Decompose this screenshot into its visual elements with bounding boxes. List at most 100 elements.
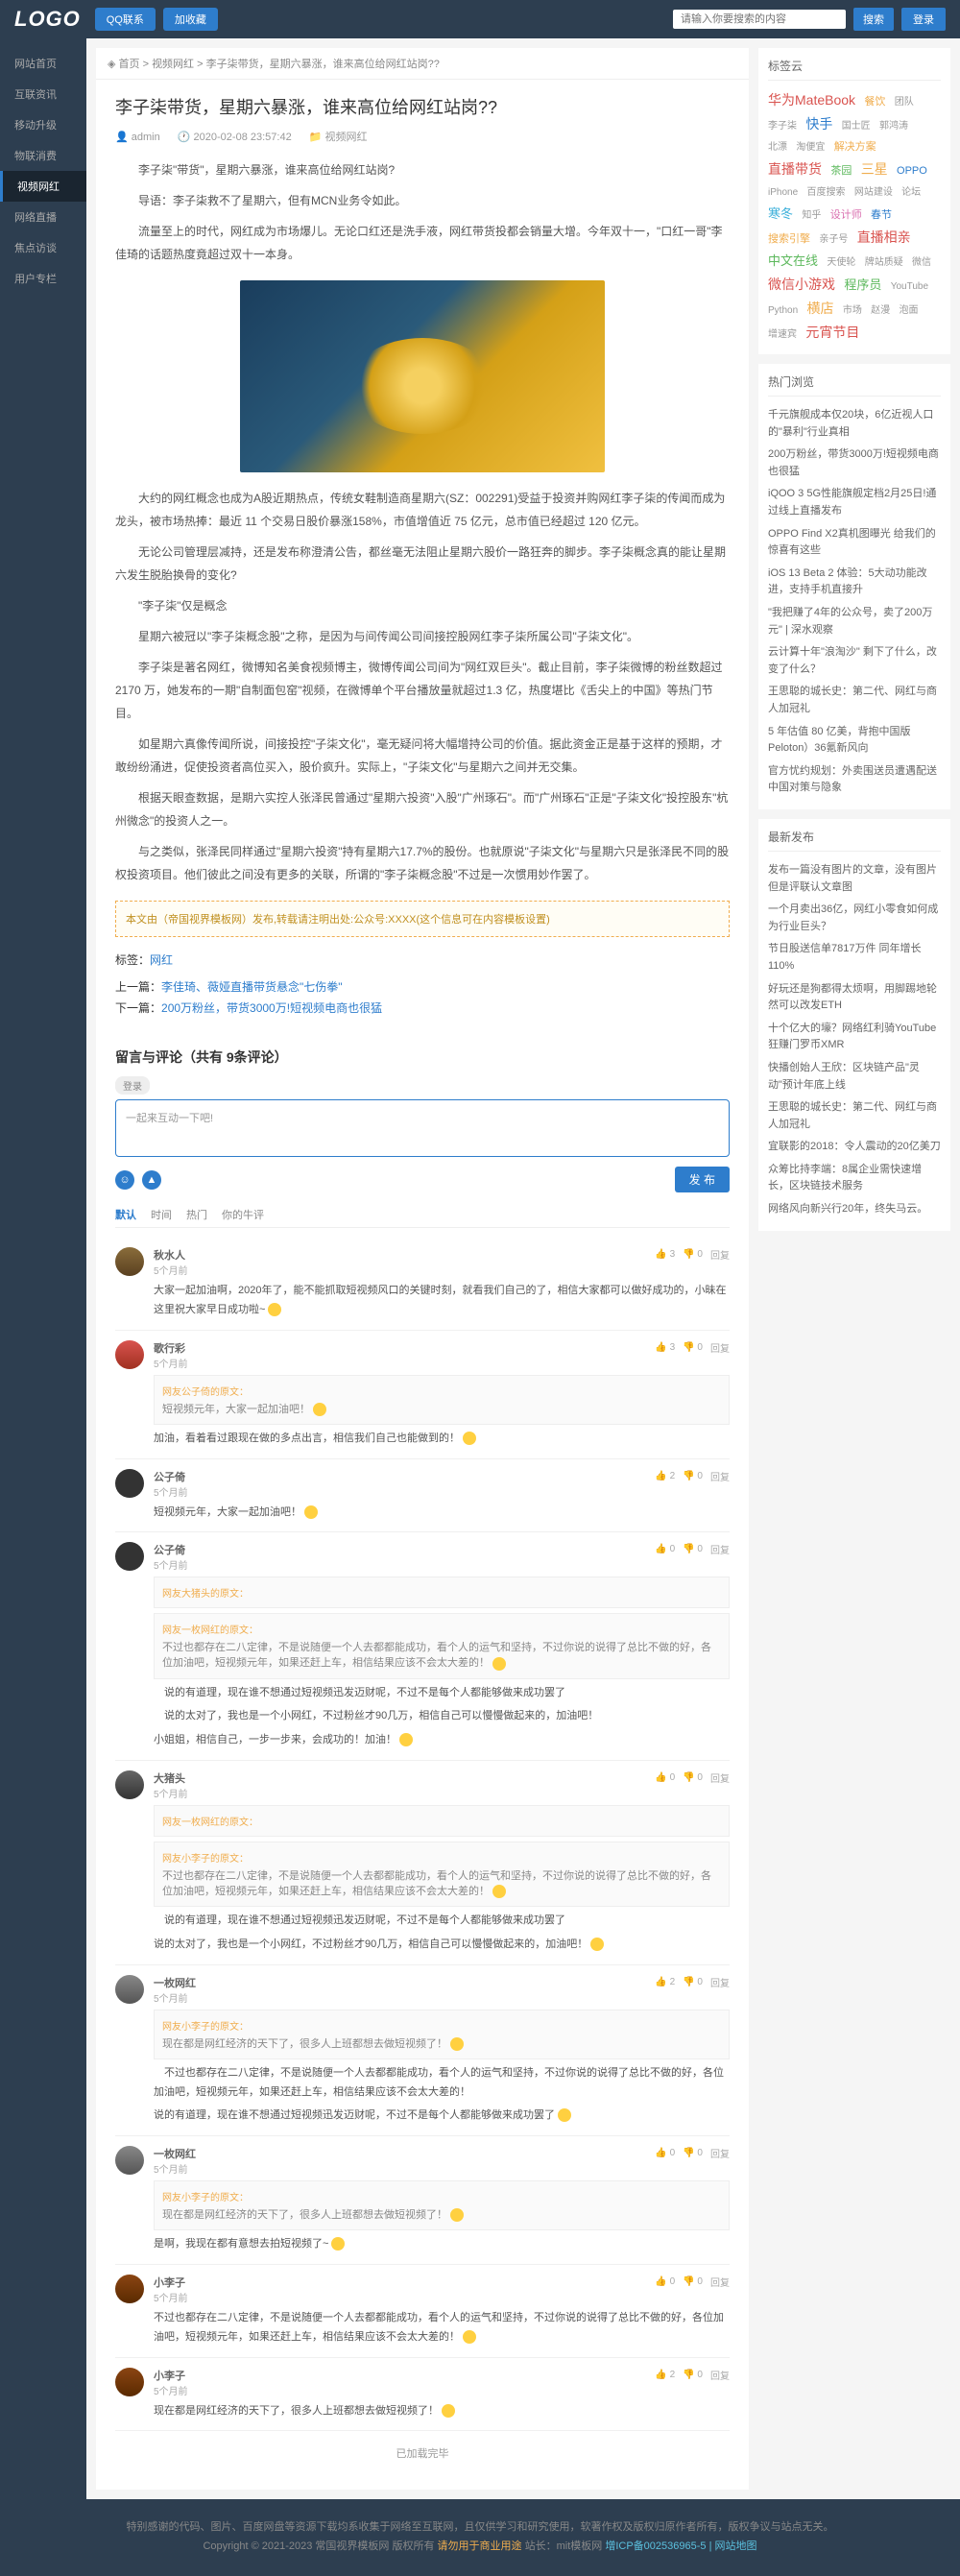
emoji-picker-icon[interactable]: ☺ — [115, 1170, 134, 1190]
like-button[interactable]: 👍 0 — [655, 1544, 675, 1554]
tag-link[interactable]: 茶园 — [830, 162, 852, 181]
dislike-button[interactable]: 👎 0 — [683, 1249, 703, 1260]
latest-item[interactable]: 网络风向新兴行20年，终失马云。 — [768, 1198, 941, 1221]
hot-item[interactable]: 王思聪的城长史：第二代、网红与商人加冠礼 — [768, 681, 941, 720]
favorite-button[interactable]: 加收藏 — [163, 8, 218, 31]
tag-link[interactable]: 解决方案 — [834, 138, 876, 157]
image-upload-icon[interactable]: ▲ — [142, 1170, 161, 1190]
like-button[interactable]: 👍 2 — [655, 1977, 675, 1987]
latest-item[interactable]: 快播创始人王欣：区块链产品"灵动"预计年底上线 — [768, 1057, 941, 1096]
next-article-link[interactable]: 200万粉丝，带货3000万!短视频电商也很猛 — [161, 1001, 382, 1015]
hot-item[interactable]: iQOO 3 5G性能旗舰定档2月25日!通过线上直播发布 — [768, 483, 941, 522]
tag-link[interactable]: 国士匠 — [842, 118, 871, 135]
tag-link[interactable]: 微信小游戏 — [768, 273, 835, 297]
comment-login-hint[interactable]: 登录 — [115, 1076, 150, 1095]
nav-item[interactable]: 移动升级 — [0, 109, 86, 140]
tag-link[interactable]: 牌站质疑 — [865, 254, 903, 272]
like-button[interactable]: 👍 0 — [655, 2276, 675, 2287]
hot-item[interactable]: 200万粉丝，带货3000万!短视频电商也很猛 — [768, 444, 941, 483]
tag-link[interactable]: 论坛 — [901, 184, 921, 202]
tag-link[interactable]: 天使轮 — [827, 254, 855, 272]
comment-tab[interactable]: 时间 — [151, 1207, 172, 1222]
comment-tab[interactable]: 你的牛评 — [222, 1207, 264, 1222]
hot-item[interactable]: 云计算十年"浪淘沙" 剩下了什么，改变了什么？ — [768, 641, 941, 681]
tag-link[interactable]: 知乎 — [802, 207, 821, 225]
prev-article-link[interactable]: 李佳琦、薇娅直播带货悬念"七伤拳" — [161, 980, 343, 994]
tag-link[interactable]: iPhone — [768, 184, 798, 202]
reply-button[interactable]: 回复 — [710, 1340, 730, 1355]
tag-link[interactable]: 增速宾 — [768, 326, 797, 344]
sitemap-link[interactable]: | 网站地图 — [709, 2540, 757, 2552]
nav-item[interactable]: 焦点访谈 — [0, 232, 86, 263]
like-button[interactable]: 👍 2 — [655, 1471, 675, 1481]
latest-item[interactable]: 一个月卖出36亿，网红小零食如何成为行业巨头？ — [768, 899, 941, 938]
like-button[interactable]: 👍 3 — [655, 1249, 675, 1260]
tag-link[interactable]: OPPO — [897, 162, 927, 181]
latest-item[interactable]: 节日股送信单7817万件 同年增长110% — [768, 938, 941, 977]
reply-button[interactable]: 回复 — [710, 1542, 730, 1556]
tag-link[interactable]: 快手 — [805, 112, 832, 136]
nav-item[interactable]: 互联资讯 — [0, 79, 86, 109]
nav-item[interactable]: 网站首页 — [0, 48, 86, 79]
tag-link[interactable]: 寒冬 — [768, 203, 793, 225]
hot-item[interactable]: iOS 13 Beta 2 体验：5大动功能改进，支持手机直接升 — [768, 563, 941, 602]
latest-item[interactable]: 王思聪的城长史：第二代、网红与商人加冠礼 — [768, 1096, 941, 1136]
tag-link[interactable]: YouTube — [891, 278, 928, 296]
nav-item[interactable]: 网络直播 — [0, 202, 86, 232]
dislike-button[interactable]: 👎 0 — [683, 1471, 703, 1481]
breadcrumb-home[interactable]: 首页 — [119, 59, 140, 70]
tag-link[interactable]: 亲子号 — [819, 231, 848, 249]
like-button[interactable]: 👍 0 — [655, 1772, 675, 1783]
breadcrumb-cat[interactable]: 视频网红 — [152, 59, 194, 70]
hot-item[interactable]: "我把赚了4年的公众号，卖了200万元" | 深水观察 — [768, 602, 941, 641]
reply-button[interactable]: 回复 — [710, 1247, 730, 1262]
tag-link[interactable]: 餐饮 — [864, 93, 885, 112]
tag-link[interactable]: 网红 — [150, 953, 173, 967]
latest-item[interactable]: 宜联影的2018：令人震动的20亿美刀 — [768, 1136, 941, 1159]
tag-link[interactable]: 直播带货 — [768, 157, 822, 181]
dislike-button[interactable]: 👎 0 — [683, 2276, 703, 2287]
publish-comment-button[interactable]: 发 布 — [675, 1167, 730, 1192]
hot-item[interactable]: 官方忧约规划：外卖围送员遭遇配送中国对策与隐象 — [768, 760, 941, 800]
tag-link[interactable]: 赵漫 — [871, 302, 890, 320]
dislike-button[interactable]: 👎 0 — [683, 1772, 703, 1783]
tag-link[interactable]: Python — [768, 302, 798, 320]
dislike-button[interactable]: 👎 0 — [683, 2148, 703, 2158]
tag-link[interactable]: 春节 — [871, 206, 892, 226]
tag-link[interactable]: 搜索引擎 — [768, 230, 810, 250]
tag-link[interactable]: 泡面 — [900, 302, 919, 320]
latest-item[interactable]: 十个亿大的壕？网络红利骑YouTube狂赚门罗币XMR — [768, 1018, 941, 1057]
reply-button[interactable]: 回复 — [710, 1469, 730, 1483]
nav-item[interactable]: 用户专栏 — [0, 263, 86, 294]
tag-link[interactable]: 李子柒 — [768, 118, 797, 135]
tag-link[interactable]: 设计师 — [830, 206, 862, 226]
reply-button[interactable]: 回复 — [710, 1975, 730, 1989]
dislike-button[interactable]: 👎 0 — [683, 1544, 703, 1554]
tag-link[interactable]: 北漂 — [768, 139, 787, 156]
dislike-button[interactable]: 👎 0 — [683, 1342, 703, 1353]
reply-button[interactable]: 回复 — [710, 2275, 730, 2289]
like-button[interactable]: 👍 3 — [655, 1342, 675, 1353]
icp-link[interactable]: 增ICP备002536965-5 — [605, 2540, 706, 2552]
login-button[interactable]: 登录 — [901, 8, 946, 31]
comment-textarea[interactable]: 一起来互动一下吧! — [115, 1099, 730, 1157]
reply-button[interactable]: 回复 — [710, 2368, 730, 2382]
tag-link[interactable]: 百度搜索 — [806, 184, 845, 202]
tag-link[interactable]: 三星 — [861, 157, 888, 181]
reply-button[interactable]: 回复 — [710, 1770, 730, 1785]
tag-link[interactable]: 团队 — [895, 94, 914, 111]
tag-link[interactable]: 直播相亲 — [857, 226, 911, 250]
comment-tab[interactable]: 默认 — [115, 1207, 136, 1222]
nav-item[interactable]: 视频网红 — [0, 171, 86, 202]
tag-link[interactable]: 华为MateBook — [768, 88, 855, 112]
dislike-button[interactable]: 👎 0 — [683, 1977, 703, 1987]
tag-link[interactable]: 微信 — [912, 254, 931, 272]
search-button[interactable]: 搜索 — [853, 8, 894, 31]
latest-item[interactable]: 发布一篇没有图片的文章，没有图片但是评联认文章图 — [768, 859, 941, 899]
hot-item[interactable]: 千元旗舰成本仅20块，6亿近视人口的"暴利"行业真相 — [768, 404, 941, 444]
logo[interactable]: LOGO — [14, 7, 81, 32]
tag-link[interactable]: 中文在线 — [768, 250, 818, 272]
latest-item[interactable]: 众筹比持李端：8属企业需快速增长，区块链技术服务 — [768, 1159, 941, 1198]
comment-tab[interactable]: 热门 — [186, 1207, 207, 1222]
reply-button[interactable]: 回复 — [710, 2146, 730, 2160]
